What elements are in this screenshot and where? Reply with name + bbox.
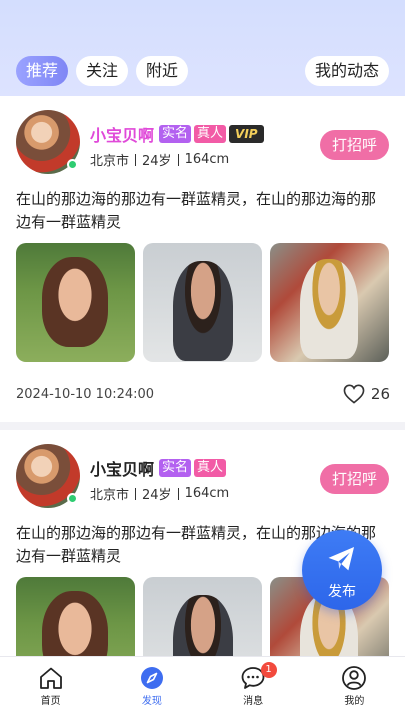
nav-messages-label: 消息 — [243, 696, 264, 707]
user-info: 北京市 24岁 164cm — [90, 150, 229, 169]
user-city: 北京市 — [90, 154, 130, 169]
divider — [135, 153, 137, 166]
user-city: 北京市 — [90, 488, 130, 503]
send-icon — [328, 546, 355, 571]
unread-badge: 1 — [260, 662, 277, 678]
nav-profile-label: 我的 — [344, 696, 365, 707]
tab-following[interactable]: 关注 — [76, 56, 129, 86]
user-age: 24岁 — [142, 154, 172, 169]
post-photo[interactable] — [143, 243, 262, 362]
avatar[interactable] — [16, 444, 80, 508]
publish-label: 发布 — [328, 584, 356, 600]
post-meta: 2024-10-10 10:24:00 26 — [16, 384, 390, 404]
user-name-row: 小宝贝啊 实名 真人 — [90, 456, 227, 480]
heart-icon — [343, 384, 365, 404]
home-icon — [39, 667, 62, 689]
divider — [177, 487, 179, 500]
my-posts-button[interactable]: 我的动态 — [304, 56, 389, 86]
user-age: 24岁 — [142, 488, 172, 503]
nav-discover[interactable]: 发现 — [101, 657, 202, 720]
nav-home[interactable]: 首页 — [0, 657, 101, 720]
bottom-nav: 首页 发现 1 消息 我的 — [0, 656, 405, 720]
greet-button[interactable]: 打招呼 — [319, 130, 389, 160]
user-height: 164cm — [184, 486, 230, 501]
publish-button[interactable]: 发布 — [302, 530, 382, 610]
real-person-badge: 真人 — [194, 125, 227, 143]
nav-home-label: 首页 — [40, 696, 61, 707]
verified-badge: 实名 — [159, 125, 192, 143]
tab-nearby[interactable]: 附近 — [136, 56, 189, 86]
compass-icon — [140, 667, 163, 689]
real-person-badge: 真人 — [194, 459, 227, 477]
online-indicator — [67, 493, 78, 504]
post-content: 在山的那边海的那边有一群蓝精灵，在山的那边海的那边有一群蓝精灵 — [16, 190, 377, 231]
post-card: 小宝贝啊 实名 真人 VIP 北京市 24岁 164cm 打招呼 在山的那边海的… — [0, 96, 405, 422]
nav-profile[interactable]: 我的 — [304, 657, 405, 720]
nav-messages[interactable]: 1 消息 — [203, 657, 304, 720]
greet-button[interactable]: 打招呼 — [319, 464, 389, 494]
feed-tabs: 推荐 关注 附近 — [16, 56, 189, 86]
divider — [135, 487, 137, 500]
user-name[interactable]: 小宝贝啊 — [90, 122, 154, 146]
user-icon — [342, 666, 367, 690]
avatar[interactable] — [16, 110, 80, 174]
post-photos — [16, 243, 389, 362]
vip-badge: VIP — [229, 125, 264, 143]
post-photo[interactable] — [16, 243, 135, 362]
user-name-row: 小宝贝啊 实名 真人 VIP — [90, 122, 264, 146]
like-button[interactable]: 26 — [343, 384, 390, 404]
online-indicator — [67, 159, 78, 170]
user-info: 北京市 24岁 164cm — [90, 484, 229, 503]
post-timestamp: 2024-10-10 10:24:00 — [16, 386, 155, 402]
tab-recommend[interactable]: 推荐 — [16, 56, 69, 86]
divider — [177, 153, 179, 166]
user-height: 164cm — [184, 152, 230, 167]
verified-badge: 实名 — [159, 459, 192, 477]
nav-discover-label: 发现 — [141, 696, 162, 707]
post-photo[interactable] — [16, 577, 135, 656]
post-photo[interactable] — [143, 577, 262, 656]
post-photo[interactable] — [270, 243, 389, 362]
like-count: 26 — [370, 385, 390, 403]
user-name[interactable]: 小宝贝啊 — [90, 456, 154, 480]
